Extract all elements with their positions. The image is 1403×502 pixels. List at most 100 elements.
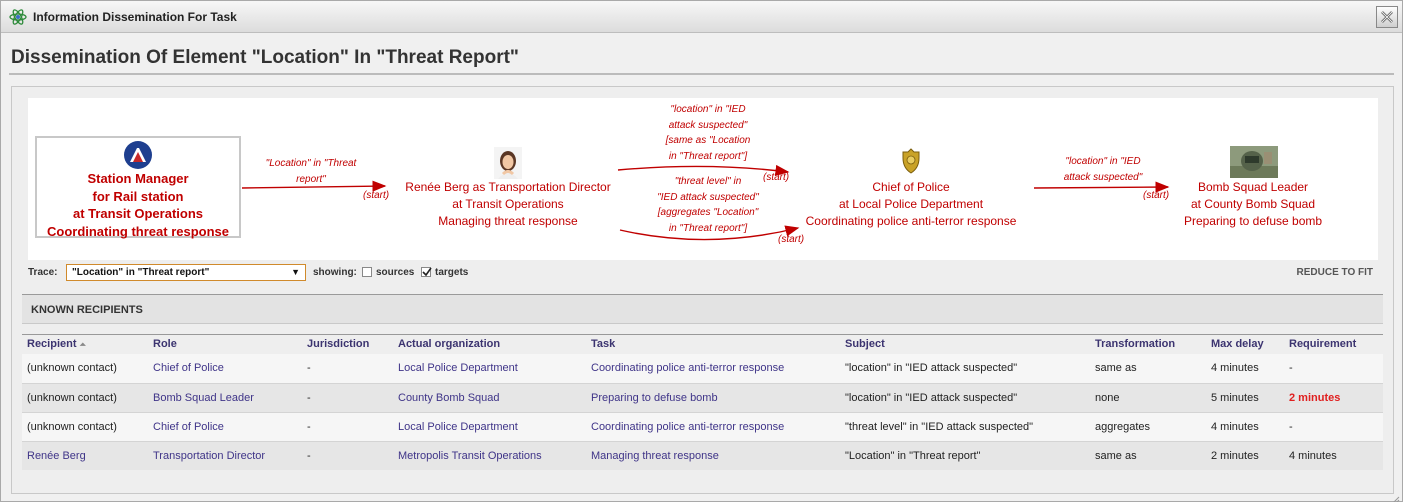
- cell-requirement: -: [1289, 421, 1293, 433]
- cell-transformation: aggregates: [1095, 421, 1151, 433]
- cell-subject: "location" in "IED attack suspected": [845, 392, 1018, 404]
- node-line: Managing threat response: [438, 214, 578, 228]
- column-task[interactable]: Task: [591, 338, 615, 350]
- cell-role[interactable]: Bomb Squad Leader: [153, 392, 254, 404]
- trace-toolbar: Trace: "Location" in "Threat report" ▼ s…: [28, 264, 1378, 282]
- table-row[interactable]: (unknown contact) Chief of Police - Loca…: [22, 412, 1383, 441]
- table-row[interactable]: (unknown contact) Chief of Police - Loca…: [22, 354, 1383, 383]
- cell-recipient: (unknown contact): [27, 362, 117, 374]
- cell-organization[interactable]: County Bomb Squad: [398, 392, 500, 404]
- edge-4: [1033, 181, 1170, 193]
- sources-label: sources: [376, 267, 415, 278]
- cell-requirement: -: [1289, 362, 1293, 374]
- column-actual-organization[interactable]: Actual organization: [398, 338, 500, 350]
- column-recipient[interactable]: Recipient ⏶: [27, 338, 86, 350]
- cell-role[interactable]: Chief of Police: [153, 421, 224, 433]
- cell-organization[interactable]: Local Police Department: [398, 421, 518, 433]
- table-row[interactable]: Renée Berg Transportation Director - Met…: [22, 441, 1383, 470]
- close-icon: [1381, 11, 1393, 23]
- cell-jurisdiction: -: [307, 392, 311, 404]
- node-line: Station Manager: [87, 171, 189, 186]
- diagram-node-renee-berg[interactable]: Renée Berg as Transportation Director at…: [386, 179, 630, 230]
- node-line: at Transit Operations: [72, 206, 204, 221]
- sort-ascending-icon: ⏶: [79, 340, 86, 349]
- title-divider: [9, 73, 1394, 75]
- bomb-squad-photo-icon: [1230, 146, 1278, 183]
- cell-transformation: none: [1095, 392, 1120, 404]
- diagram-node-station-manager[interactable]: Station Manager for Rail station at Tran…: [35, 136, 241, 240]
- cell-organization[interactable]: Local Police Department: [398, 362, 518, 374]
- edge-label-2: "location" in "IED attack suspected" [sa…: [665, 104, 751, 162]
- table-row[interactable]: (unknown contact) Bomb Squad Leader - Co…: [22, 383, 1383, 412]
- column-transformation[interactable]: Transformation: [1095, 338, 1175, 350]
- cell-subject: "threat level" in "IED attack suspected": [845, 421, 1034, 433]
- node-line: Coordinating police anti-terror response: [805, 214, 1017, 228]
- chevron-down-icon: ▼: [291, 267, 300, 277]
- cell-task[interactable]: Coordinating police anti-terror response: [591, 362, 784, 374]
- cell-transformation: same as: [1095, 362, 1137, 374]
- trace-selected-value: "Location" in "Threat report": [72, 267, 210, 278]
- cell-max-delay: 4 minutes: [1211, 421, 1259, 433]
- column-subject[interactable]: Subject: [845, 338, 885, 350]
- column-max-delay[interactable]: Max delay: [1211, 338, 1264, 350]
- targets-label: targets: [435, 267, 469, 278]
- diagram-node-bomb-squad-leader[interactable]: Bomb Squad Leader at County Bomb Squad P…: [1163, 179, 1343, 230]
- cell-role[interactable]: Transportation Director: [153, 450, 265, 462]
- sources-checkbox[interactable]: [362, 267, 372, 277]
- window-title: Information Dissemination For Task: [33, 10, 237, 24]
- column-role[interactable]: Role: [153, 338, 177, 350]
- known-recipients-title: KNOWN RECIPIENTS: [31, 304, 143, 316]
- cell-subject: "location" in "IED attack suspected": [845, 362, 1018, 374]
- cell-jurisdiction: -: [307, 450, 311, 462]
- title-bar[interactable]: Information Dissemination For Task: [1, 1, 1402, 33]
- page-title: Dissemination Of Element "Location" In "…: [11, 47, 519, 68]
- edge-label-3: "threat level" in "IED attack suspected"…: [657, 176, 759, 234]
- node-line: at Local Police Department: [838, 197, 984, 211]
- cell-recipient: (unknown contact): [27, 392, 117, 404]
- trace-label: Trace:: [28, 267, 58, 278]
- node-line: Renée Berg as Transportation Director: [405, 180, 611, 194]
- cell-requirement: 2 minutes: [1289, 392, 1341, 404]
- dialog-window: Information Dissemination For Task Disse…: [0, 0, 1403, 502]
- node-line: Bomb Squad Leader: [1197, 180, 1309, 194]
- cell-max-delay: 4 minutes: [1211, 362, 1259, 374]
- police-badge-icon: [901, 148, 921, 179]
- resize-grip-icon[interactable]: [1392, 491, 1400, 502]
- cell-task[interactable]: Managing threat response: [591, 450, 719, 462]
- cell-task[interactable]: Preparing to defuse bomb: [591, 392, 718, 404]
- known-recipients-header: KNOWN RECIPIENTS: [22, 294, 1383, 324]
- edge-label-1: "Location" in "Threat report": [265, 158, 357, 185]
- cell-jurisdiction: -: [307, 421, 311, 433]
- cell-subject: "Location" in "Threat report": [845, 450, 981, 462]
- node-line: for Rail station: [92, 188, 184, 204]
- targets-checkbox[interactable]: [421, 267, 432, 277]
- column-requirement[interactable]: Requirement: [1289, 338, 1356, 350]
- cell-requirement: 4 minutes: [1289, 450, 1337, 462]
- cell-recipient: (unknown contact): [27, 421, 117, 433]
- close-button[interactable]: [1376, 6, 1398, 28]
- showing-label: showing:: [313, 267, 357, 278]
- trace-select[interactable]: "Location" in "Threat report" ▼: [66, 264, 306, 281]
- column-jurisdiction[interactable]: Jurisdiction: [307, 338, 369, 350]
- reduce-to-fit-button[interactable]: REDUCE TO FIT: [1297, 267, 1373, 278]
- cell-max-delay: 5 minutes: [1211, 392, 1259, 404]
- node-line: at County Bomb Squad: [1190, 197, 1316, 211]
- node-lines: Station Manager for Rail station at Tran…: [37, 170, 239, 240]
- cell-recipient[interactable]: Renée Berg: [27, 450, 86, 462]
- cell-task[interactable]: Coordinating police anti-terror response: [591, 421, 784, 433]
- edge-start-3: (start): [778, 234, 805, 245]
- table-header: Recipient ⏶ Role Jurisdiction Actual org…: [22, 334, 1383, 354]
- node-line: Preparing to defuse bomb: [1183, 214, 1323, 228]
- cell-organization[interactable]: Metropolis Transit Operations: [398, 450, 542, 462]
- node-line: Coordinating threat response: [46, 223, 230, 239]
- node-line: at Transit Operations: [452, 197, 564, 211]
- diagram-node-chief-of-police[interactable]: Chief of Police at Local Police Departme…: [792, 179, 1030, 230]
- cell-transformation: same as: [1095, 450, 1137, 462]
- cell-jurisdiction: -: [307, 362, 311, 374]
- cell-role[interactable]: Chief of Police: [153, 362, 224, 374]
- cell-max-delay: 2 minutes: [1211, 450, 1259, 462]
- atom-icon: [9, 8, 27, 26]
- dissemination-diagram[interactable]: Station Manager for Rail station at Tran…: [28, 98, 1378, 260]
- node-line: Chief of Police: [872, 180, 950, 194]
- checkmark-icon: [422, 267, 432, 277]
